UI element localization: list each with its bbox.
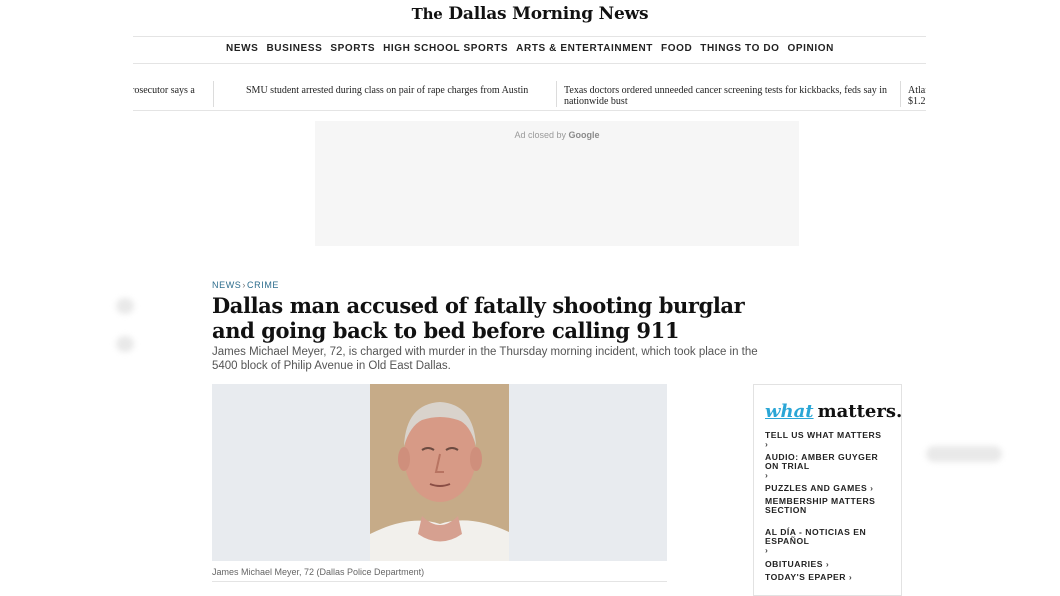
breadcrumb-crime[interactable]: CRIME [247, 280, 279, 290]
nav-item-things-to-do[interactable]: THINGS TO DO [700, 43, 779, 54]
caption-divider [212, 581, 667, 582]
nav-item-high-school-sports[interactable]: HIGH SCHOOL SPORTS [383, 43, 508, 54]
article-photo-frame[interactable] [212, 384, 667, 561]
ticker-divider [213, 81, 214, 107]
nav-item-arts-entertainment[interactable]: ARTS & ENTERTAINMENT [516, 43, 653, 54]
sidebar-link-todays-epaper[interactable]: TODAY'S EPAPER › [765, 573, 895, 582]
sidebar-link-label: MEMBERSHIP MATTERS SECTION [765, 496, 876, 515]
masthead-the: The [411, 5, 443, 23]
ticker-divider-bottom [133, 110, 926, 111]
sidebar-link-audio-amber-guyger[interactable]: AUDIO: AMBER GUYGER ON TRIAL › [765, 453, 895, 480]
breadcrumb-separator: › [242, 280, 247, 290]
article-headline: Dallas man accused of fatally shooting b… [212, 293, 745, 343]
sidebar-link-tell-us[interactable]: TELL US WHAT MATTERS › [765, 431, 895, 449]
ticker-item[interactable]: SMU student arrested during class on pai… [246, 85, 546, 96]
article-dek: James Michael Meyer, 72, is charged with… [212, 346, 758, 372]
what-matters-logo[interactable]: what matters. [765, 401, 902, 422]
chevron-right-icon: › [825, 559, 830, 569]
sidebar-link-puzzles-games[interactable]: PUZZLES AND GAMES › [765, 484, 895, 493]
sidebar-link-obituaries[interactable]: OBITUARIES › [765, 560, 895, 569]
sidebar-link-al-dia[interactable]: AL DÍA - NOTICIAS EN ESPAÑOL › [765, 528, 895, 555]
sidebar-link-label: AUDIO: AMBER GUYGER ON TRIAL [765, 452, 879, 471]
sidebar-link-label: OBITUARIES [765, 559, 823, 569]
ad-slot: Ad closed by Google [315, 121, 799, 246]
sidebar-link-label: TELL US WHAT MATTERS [765, 430, 882, 440]
sidebar-link-label: AL DÍA - NOTICIAS EN ESPAÑOL [765, 527, 867, 546]
google-brand: Google [568, 130, 600, 140]
ticker-divider [556, 81, 557, 107]
nav-item-opinion[interactable]: OPINION [788, 43, 834, 54]
mugshot-photo [370, 384, 509, 561]
nav-item-sports[interactable]: SPORTS [330, 43, 375, 54]
sidebar-link-label: TODAY'S EPAPER [765, 572, 846, 582]
ticker-item[interactable]: rosecutor says a [133, 85, 201, 96]
logo-matters: matters. [817, 401, 903, 422]
nav-item-food[interactable]: FOOD [661, 43, 692, 54]
blurred-overlay [926, 446, 1002, 462]
sidebar-link-label: PUZZLES AND GAMES [765, 483, 868, 493]
chevron-right-icon: › [870, 483, 874, 493]
nav-item-news[interactable]: NEWS [226, 43, 258, 54]
ticker-item[interactable]: Texas doctors ordered unneeded cancer sc… [564, 85, 894, 107]
nav-item-business[interactable]: BUSINESS [266, 43, 322, 54]
nav-divider-top [133, 36, 926, 37]
blurred-overlay [116, 298, 134, 314]
photo-caption: James Michael Meyer, 72 (Dallas Police D… [212, 567, 425, 577]
masthead-logo[interactable]: The Dallas Morning News [0, 4, 1060, 24]
chevron-right-icon: › [765, 439, 769, 449]
what-matters-sidebar: what matters. TELL US WHAT MATTERS › AUDIO… [753, 384, 902, 596]
ad-closed-text: Ad closed by [514, 130, 566, 140]
headline-ticker: rosecutor says a SMU student arrested du… [133, 79, 926, 111]
ticker-divider [900, 81, 901, 107]
breadcrumb: NEWS›CRIME [212, 280, 279, 290]
sidebar-link-membership-matters[interactable]: MEMBERSHIP MATTERS SECTION [765, 497, 895, 515]
nav-divider-bottom [133, 63, 926, 64]
ad-closed-notice: Ad closed by Google [315, 130, 799, 140]
chevron-right-icon: › [765, 470, 769, 480]
chevron-right-icon: › [848, 572, 853, 582]
masthead-name: Dallas Morning News [448, 4, 649, 24]
breadcrumb-news[interactable]: NEWS [212, 280, 241, 290]
main-nav: NEWS BUSINESS SPORTS HIGH SCHOOL SPORTS … [0, 43, 1060, 54]
blurred-overlay [116, 336, 134, 352]
chevron-right-icon: › [765, 545, 769, 555]
logo-what: what [765, 401, 814, 422]
ticker-item[interactable]: Atlan $1.2 [908, 85, 926, 107]
